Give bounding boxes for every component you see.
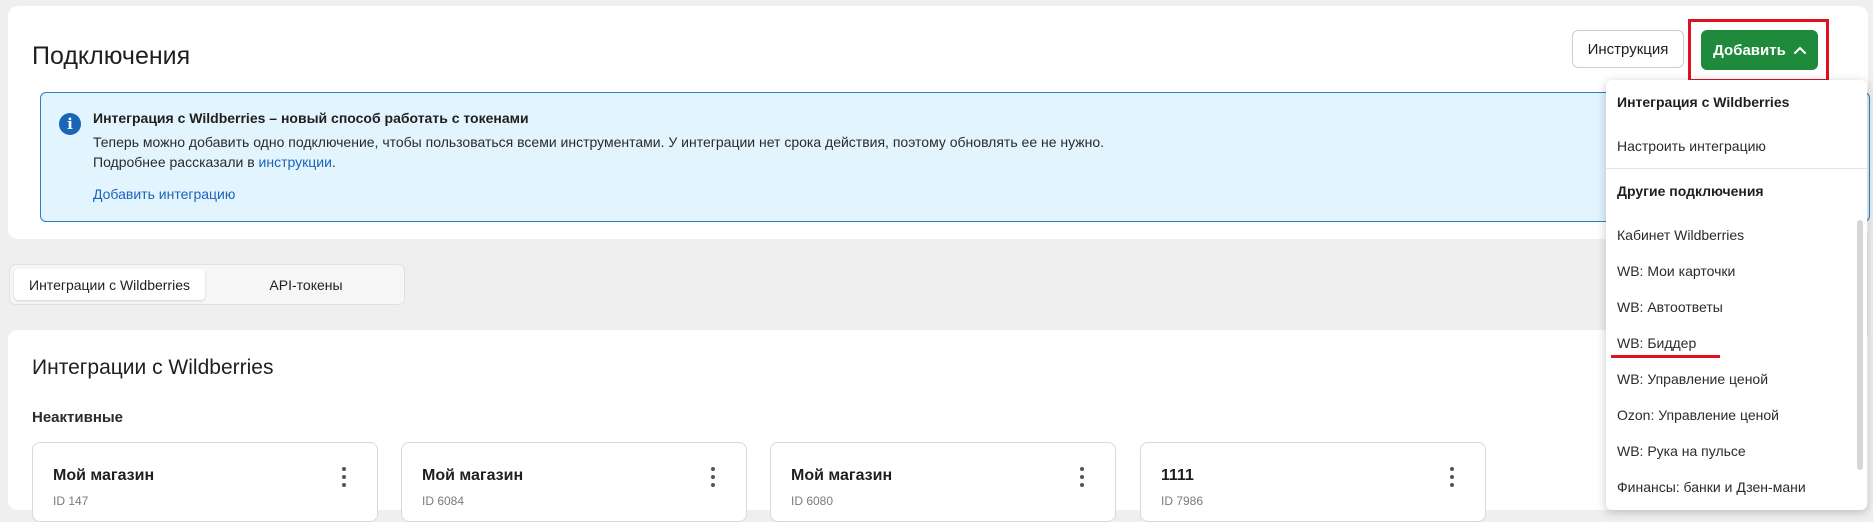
info-icon: i — [59, 113, 81, 135]
dropdown-group-header: Интеграция с Wildberries — [1617, 94, 1790, 110]
info-title: Интеграция с Wildberries – новый способ … — [93, 110, 529, 126]
menu-item-wb-price[interactable]: WB: Управление ценой — [1617, 371, 1768, 387]
instruction-link[interactable]: инструкции — [259, 154, 332, 170]
info-more: Подробнее рассказали в инструкции. — [93, 154, 336, 170]
more-vertical-icon[interactable] — [341, 467, 347, 487]
more-vertical-icon[interactable] — [1449, 467, 1455, 487]
dropdown-divider — [1606, 168, 1867, 169]
tab-api-tokens[interactable]: API-токены — [210, 269, 402, 300]
tab-wildberries-integrations[interactable]: Интеграции с Wildberries — [14, 269, 205, 300]
chevron-up-icon — [1793, 46, 1806, 54]
info-more-prefix: Подробнее рассказали в — [93, 154, 259, 170]
store-id: ID 6080 — [791, 494, 834, 508]
store-card[interactable]: Мой магазин ID 147 — [32, 442, 378, 522]
info-text: Теперь можно добавить одно подключение, … — [93, 134, 1105, 150]
store-name: Мой магазин — [791, 467, 893, 484]
add-button-label: Добавить — [1713, 41, 1786, 59]
integrations-card: Интеграции с Wildberries Неактивные Мой … — [8, 330, 1868, 522]
tabs-bar: Интеграции с Wildberries API-токены — [9, 264, 405, 305]
more-vertical-icon[interactable] — [1079, 467, 1085, 487]
menu-item-wb-bidder[interactable]: WB: Биддер — [1617, 335, 1696, 351]
store-card[interactable]: 1111 ID 7986 — [1140, 442, 1486, 522]
add-button[interactable]: Добавить — [1701, 30, 1818, 70]
menu-item-wb-cards[interactable]: WB: Мои карточки — [1617, 263, 1735, 279]
bidder-red-underline — [1611, 355, 1720, 358]
store-id: ID 147 — [53, 494, 89, 508]
store-name: Мой магазин — [53, 467, 155, 484]
menu-item-configure-integration[interactable]: Настроить интеграцию — [1617, 138, 1766, 154]
store-card[interactable]: Мой магазин ID 6084 — [401, 442, 747, 522]
info-banner: i Интеграция с Wildberries – новый спосо… — [40, 92, 1870, 222]
store-id: ID 6084 — [422, 494, 465, 508]
instruction-button[interactable]: Инструкция — [1572, 30, 1684, 68]
menu-item-wb-pulse[interactable]: WB: Рука на пульсе — [1617, 443, 1746, 459]
section-title: Интеграции с Wildberries — [32, 356, 274, 379]
info-more-suffix: . — [331, 154, 336, 170]
store-name: 1111 — [1161, 467, 1194, 484]
page-title: Подключения — [32, 42, 191, 70]
dropdown-scrollbar[interactable] — [1857, 220, 1863, 470]
store-id: ID 7986 — [1161, 494, 1204, 508]
store-name: Мой магазин — [422, 467, 524, 484]
inactive-subsection-title: Неактивные — [32, 409, 124, 426]
menu-item-ozon-price[interactable]: Ozon: Управление ценой — [1617, 407, 1779, 423]
add-dropdown-menu: Интеграция с Wildberries Настроить интег… — [1606, 80, 1867, 510]
menu-item-wb-cabinet[interactable]: Кабинет Wildberries — [1617, 227, 1744, 243]
more-vertical-icon[interactable] — [710, 467, 716, 487]
add-integration-link[interactable]: Добавить интеграцию — [93, 186, 235, 202]
store-card[interactable]: Мой магазин ID 6080 — [770, 442, 1116, 522]
dropdown-group-header: Другие подключения — [1617, 183, 1764, 199]
menu-item-finance[interactable]: Финансы: банки и Дзен-мани — [1617, 479, 1806, 495]
menu-item-wb-autoreplies[interactable]: WB: Автоответы — [1617, 299, 1723, 315]
